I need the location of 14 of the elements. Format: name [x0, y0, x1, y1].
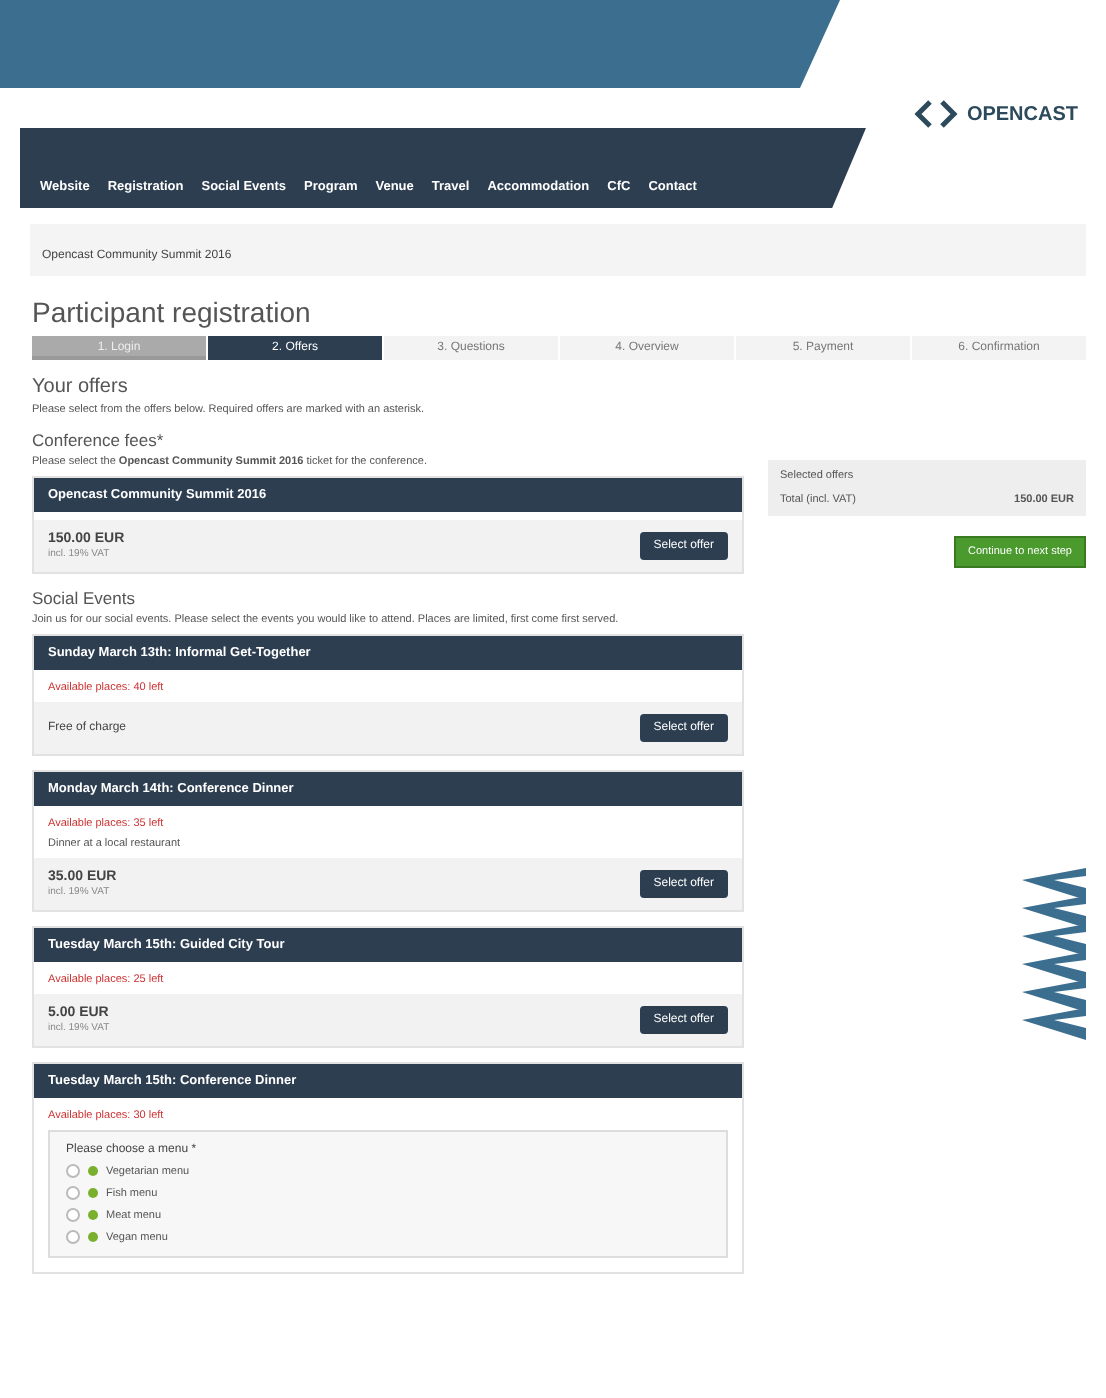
radio-button[interactable] [66, 1208, 80, 1222]
section-heading: Your offers [32, 376, 130, 398]
radio-button[interactable] [66, 1230, 80, 1244]
radio-button[interactable] [66, 1186, 80, 1200]
dot-icon [88, 1232, 98, 1242]
section-heading: Social Events [32, 588, 137, 608]
page-title: Participant registration [32, 296, 313, 328]
section-heading: Conference fees* [32, 430, 166, 450]
logo-icon [914, 100, 959, 128]
dot-icon [88, 1166, 98, 1176]
radio-button[interactable] [66, 1164, 80, 1178]
dot-icon [88, 1210, 98, 1220]
dot-icon [88, 1188, 98, 1198]
logo-text: OPENCAST [966, 103, 1078, 125]
